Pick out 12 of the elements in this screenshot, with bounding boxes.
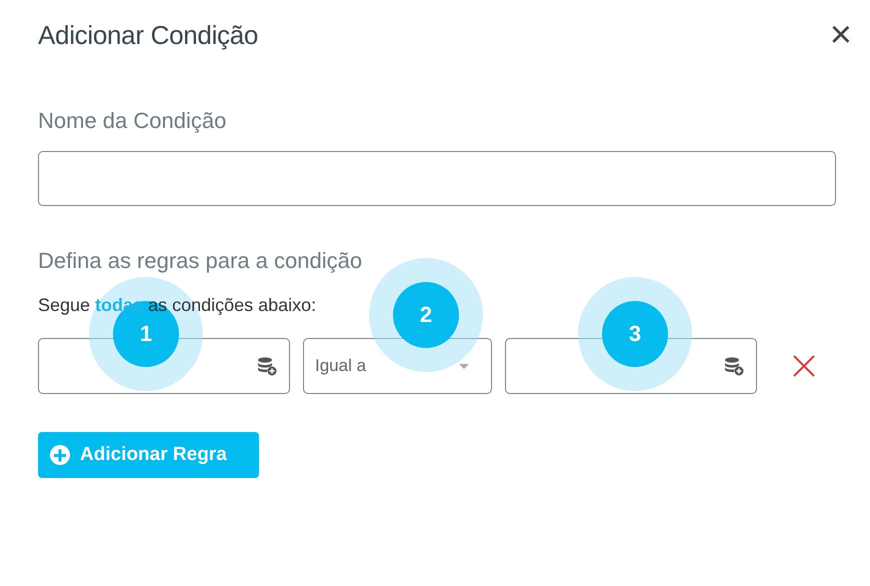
step-marker: 2 bbox=[393, 282, 459, 348]
delete-icon[interactable] bbox=[793, 355, 815, 377]
plus-circle-icon bbox=[50, 445, 70, 465]
dialog-title: Adicionar Condição bbox=[38, 20, 258, 50]
database-add-icon[interactable] bbox=[257, 356, 277, 376]
database-add-icon[interactable] bbox=[724, 356, 744, 376]
close-button[interactable]: × bbox=[824, 18, 858, 52]
step-marker: 3 bbox=[602, 301, 668, 367]
caret-icon bbox=[459, 364, 469, 368]
section-label: Defina as regras para a condição bbox=[38, 248, 364, 274]
name-input-field[interactable] bbox=[38, 151, 836, 206]
field-label: Nome da Condição bbox=[38, 108, 228, 134]
